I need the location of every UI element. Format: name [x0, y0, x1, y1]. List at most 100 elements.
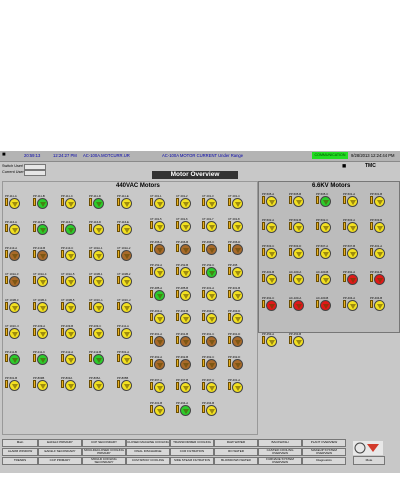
- nav-button-alarm-window[interactable]: ALARM WINDOW: [2, 448, 38, 456]
- motor-pp-391-b[interactable]: PP-391-B: [370, 271, 390, 292]
- nav-button-eaf-lf-primary[interactable]: EAF&LF PRIMARY: [38, 439, 82, 447]
- motor-pp-463-a[interactable]: PP-463-A: [150, 310, 170, 331]
- motor-pp-501-b[interactable]: PP-501-B: [5, 377, 25, 398]
- motor-pp-152-a[interactable]: PP-152-A: [150, 264, 170, 285]
- motor-pp-213-a[interactable]: PP-213-A: [5, 247, 25, 268]
- motor-pp-401-a[interactable]: PP-401-A: [370, 245, 390, 266]
- motor-ac-100-a[interactable]: AC-100-A: [289, 297, 309, 318]
- nav-button-caster-cooling-overview[interactable]: CASTER COOLING OVERVIEW: [258, 448, 302, 456]
- motor-pp-503-d[interactable]: PP-503-D: [289, 245, 309, 266]
- nav-button-trends[interactable]: TRENDS: [2, 457, 38, 465]
- motor-pp-362-c[interactable]: PP-362-C: [202, 356, 222, 377]
- motor-pp-111-b[interactable]: PP-111-B: [33, 195, 53, 216]
- nav-button-plant-overview[interactable]: PLANT OVERVIEW: [302, 439, 346, 447]
- nav-button-ccm-spray-cooling[interactable]: CCM SPRAY COOLING: [126, 457, 170, 465]
- nav-button-mould-cooling-secondary[interactable]: MOULD COOLING SECONDARY: [82, 457, 126, 465]
- alarm-message[interactable]: AC-100A MOTOR CURRENT Under Range: [162, 153, 243, 158]
- motor-pp-391-a[interactable]: PP-391-A: [343, 271, 363, 292]
- motor-pp-209-c[interactable]: PP-209-C: [89, 325, 109, 346]
- nav-button-ccp-secondary[interactable]: CCP SECONDARY: [82, 439, 126, 447]
- nav-button-main[interactable]: Main: [2, 439, 38, 447]
- motor-ac-100-b[interactable]: AC-100-B: [316, 271, 336, 292]
- motor-pp-264-b[interactable]: PP-264-B: [202, 402, 222, 423]
- nav-button-mould-closed-cooling-primary[interactable]: MOULD&CLOSED COOLING PRIMARY: [82, 448, 126, 456]
- motor-pp-485-b[interactable]: PP-485-B: [176, 287, 196, 308]
- alarm-tag[interactable]: AC-100A.MOTCURR.UR: [83, 153, 130, 158]
- nav-button-ccp-primary[interactable]: CCP PRIMARY: [38, 457, 82, 465]
- motor-ct-101a-4[interactable]: CT 101A-4: [33, 273, 53, 294]
- nav-button-makeup-system-overview[interactable]: MAKEUP SYSTEM OVERVIEW: [302, 448, 346, 456]
- motor-pp-361-b[interactable]: PP-361-B: [176, 333, 196, 354]
- motor-ac-100-a[interactable]: AC-100-A: [289, 271, 309, 292]
- nav-button-ccr-filtration[interactable]: CCR FILTRATION: [170, 448, 214, 456]
- motor-ct-201-2[interactable]: CT 201-2: [176, 195, 196, 216]
- motor-ct-101c-2[interactable]: CT 101C-2: [117, 299, 137, 320]
- motor-pp-152-b[interactable]: PP-152-B: [176, 264, 196, 285]
- nav-button-furnace-system-overview[interactable]: FURNACE SYSTEM OVERVIEW: [258, 457, 302, 465]
- motor-ct-101a-1[interactable]: CT 101A-1: [89, 247, 109, 268]
- motor-pp-805a[interactable]: PP-805A: [89, 377, 109, 398]
- motor-pp-211-b[interactable]: PP-211-B: [5, 351, 25, 372]
- motor-pp-211-a[interactable]: PP-211-A: [117, 325, 137, 346]
- motor-ct-101b-2[interactable]: CT 101B-2: [117, 273, 137, 294]
- motor-pp-502-b[interactable]: PP-502-B: [289, 219, 309, 240]
- motor-pp-507-a[interactable]: PP-507-A: [316, 245, 336, 266]
- motor-pp-116-d[interactable]: PP-116-D: [89, 221, 109, 242]
- motor-pp-116-c[interactable]: PP-116-C: [61, 221, 81, 242]
- nav-button-eaf-lf-secondary[interactable]: EAF&LF SECONDARY: [38, 448, 82, 456]
- motor-pp-111-e[interactable]: PP-111-E: [117, 195, 137, 216]
- motor-pp-466-d[interactable]: PP-466-D: [228, 241, 248, 262]
- motor-pp-361-d[interactable]: PP-361-D: [228, 333, 248, 354]
- motor-pp-505-b[interactable]: PP-505-B: [289, 193, 309, 214]
- motor-pp-453-b[interactable]: PP-453-B: [289, 333, 309, 354]
- motor-pp-301-a[interactable]: PP-301-A: [202, 287, 222, 308]
- motor-ct-201-3[interactable]: CT 201-3: [202, 195, 222, 216]
- motor-pp-367-a[interactable]: PP-367-A: [150, 379, 170, 400]
- nav-button-side-steam-filtration[interactable]: SIDE STEAM FILTRATION: [170, 457, 214, 465]
- nav-button-blowdown-water[interactable]: BLOWDOWN WATER: [214, 457, 258, 465]
- motor-pp-264-a[interactable]: PP-264-A: [176, 402, 196, 423]
- motor-pp-404-b[interactable]: PP-404-B: [370, 297, 390, 318]
- motor-pp-209-a[interactable]: PP-209-A: [33, 325, 53, 346]
- motor-pp-116-a[interactable]: PP-116-A: [5, 221, 25, 242]
- motor-pp-404-a[interactable]: PP-404-A: [343, 297, 363, 318]
- motor-ct-101c-1[interactable]: CT 101C-1: [89, 299, 109, 320]
- motor-pp-116-e[interactable]: PP-116-E: [117, 221, 137, 242]
- motor-pp-111-a[interactable]: PP-111-A: [5, 195, 25, 216]
- motor-pp-495[interactable]: PP-495: [228, 264, 248, 285]
- motor-pp-401-b[interactable]: PP-401-B: [262, 271, 282, 292]
- motor-pp-211-c[interactable]: PP-211-C: [33, 351, 53, 372]
- motor-pp-111-d[interactable]: PP-111-D: [89, 195, 109, 216]
- motor-pp-501-b[interactable]: PP-501-B: [370, 193, 390, 214]
- motor-pp-463-c[interactable]: PP-463-C: [202, 310, 222, 331]
- motor-pp-503-c[interactable]: PP-503-C: [262, 245, 282, 266]
- motor-pp-111-c[interactable]: PP-111-C: [61, 195, 81, 216]
- motor-pp-213-c[interactable]: PP-213-C: [61, 247, 81, 268]
- motor-ct-101b-5[interactable]: CT 101B-5: [61, 299, 81, 320]
- motor-pp-466-a[interactable]: PP-466-A: [150, 241, 170, 262]
- motor-pp-361-a[interactable]: PP-361-A: [150, 333, 170, 354]
- motor-pp-505-c[interactable]: PP-505-C: [316, 193, 336, 214]
- motor-pp-463-b[interactable]: PP-463-B: [176, 310, 196, 331]
- motor-pp-503-b[interactable]: PP-503-B: [370, 219, 390, 240]
- motor-pp-362-a[interactable]: PP-362-A: [150, 356, 170, 377]
- motor-ct-101a-2[interactable]: CT 101A-2: [117, 247, 137, 268]
- motor-pp-502-a[interactable]: PP-502-A: [262, 219, 282, 240]
- motor-pp-502-c[interactable]: PP-502-C: [316, 219, 336, 240]
- motor-ct-201-8[interactable]: CT 201-8: [228, 218, 248, 239]
- motor-pp-361-c[interactable]: PP-361-C: [202, 333, 222, 354]
- motor-pp-212-a[interactable]: PP-212-A: [61, 351, 81, 372]
- motor-pp-453-a[interactable]: PP-453-A: [262, 333, 282, 354]
- mute-button[interactable]: Mute: [353, 456, 385, 465]
- motor-pp-213-b[interactable]: PP-213-B: [33, 247, 53, 268]
- nav-button-diagnostics[interactable]: Diagnostics: [302, 457, 346, 465]
- nav-button-ro-water[interactable]: RO WATER: [214, 448, 258, 456]
- motor-pp-507-b[interactable]: PP-507-B: [343, 245, 363, 266]
- motor-pp-152-c[interactable]: PP-152-C: [202, 264, 222, 285]
- motor-pp-367-b[interactable]: PP-367-B: [176, 379, 196, 400]
- motor-pp-463-d[interactable]: PP-463-D: [228, 310, 248, 331]
- motor-ct-101a-5[interactable]: CT 101A-5: [61, 273, 81, 294]
- motor-pp-362-b[interactable]: PP-362-B: [176, 356, 196, 377]
- motor-ct-101b-4[interactable]: CT 101B-4: [33, 299, 53, 320]
- motor-pp-805b[interactable]: PP-805B: [117, 377, 137, 398]
